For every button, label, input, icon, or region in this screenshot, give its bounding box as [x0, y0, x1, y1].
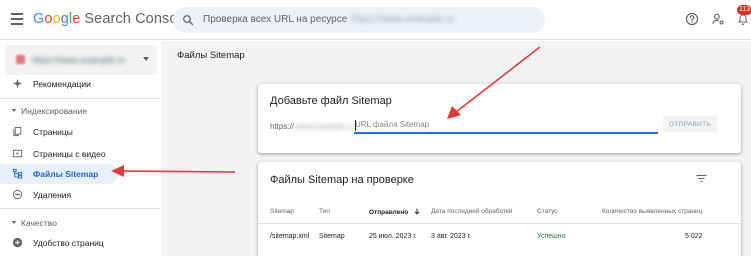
sitemap-url-input[interactable] [354, 117, 658, 134]
logo-letter: o [44, 11, 53, 27]
property-favicon [16, 55, 25, 64]
url-inspection-search[interactable]: Проверка всех URL на ресурсе https://www.… [173, 7, 545, 33]
text-cursor [355, 120, 356, 131]
sidebar-item-pages[interactable]: Страницы [0, 122, 160, 142]
divider [0, 98, 160, 99]
sidebar-item-removals[interactable]: Удаления [0, 185, 160, 205]
add-sitemap-title: Добавьте файл Sitemap [270, 95, 392, 107]
collapse-caret-icon [12, 221, 16, 224]
column-header-discovered[interactable]: Количество выявленных страниц [602, 208, 702, 215]
section-toggle-indexing[interactable]: Индексирование [0, 103, 160, 119]
submitted-sitemaps-title: Файлы Sitemap на проверке [270, 174, 414, 186]
search-placeholder-text: Проверка всех URL на ресурсе [203, 14, 348, 25]
collapse-caret-icon [12, 109, 16, 112]
sidebar-item-recommendations[interactable]: Рекомендации [0, 74, 160, 94]
divider [0, 208, 160, 209]
chevron-down-icon [143, 57, 149, 61]
column-header-label: Отправлено [369, 209, 409, 216]
sidebar-item-label: Страницы [33, 127, 73, 137]
users-settings-icon[interactable] [711, 12, 725, 26]
logo-letter: G [33, 11, 45, 27]
submitted-sitemaps-card: Файлы Sitemap на проверке Sitemap Тип От… [258, 162, 741, 256]
logo-letter: g [60, 11, 69, 27]
sidebar-item-label: Удаления [33, 190, 72, 200]
add-sitemap-card: Добавьте файл Sitemap https://www.exampl… [258, 84, 741, 153]
section-toggle-quality[interactable]: Качество [0, 215, 160, 231]
column-header-last-read[interactable]: Дата последней обработки [431, 208, 513, 215]
sidebar-item-video-pages[interactable]: Страницы с видео [0, 144, 160, 164]
column-header-status[interactable]: Статус [537, 208, 558, 215]
search-placeholder: Проверка всех URL на ресурсе https://www.… [203, 14, 455, 25]
property-domain-blurred: www.example.ru [295, 122, 354, 131]
top-app-bar: Google Search Console Проверка всех URL н… [0, 0, 751, 40]
page-title: Файлы Sitemap [177, 50, 245, 61]
cell-sitemap[interactable]: /sitemap.xml [270, 231, 309, 243]
sidebar-item-label: Страницы с видео [33, 149, 106, 159]
section-label: Качество [21, 218, 57, 228]
page-experience-icon [12, 237, 23, 248]
cell-status: Успешно [537, 233, 566, 240]
sitemap-url-prefix: https://www.example.ru/ [270, 122, 357, 131]
cell-last-read: 3 авг. 2023 г. [431, 233, 472, 240]
removals-icon [12, 189, 23, 200]
property-url: https://www.example.ru [32, 55, 126, 65]
column-header-type[interactable]: Тип [319, 208, 330, 215]
url-scheme: https:// [270, 122, 295, 131]
section-label: Индексирование [21, 106, 88, 116]
notification-badge: 113 [737, 5, 751, 15]
logo-letter: o [52, 11, 61, 27]
sidebar-item-page-experience[interactable]: Удобство страниц [0, 233, 160, 253]
property-selector[interactable]: https://www.example.ru [5, 45, 157, 75]
hamburger-menu-icon[interactable] [11, 13, 23, 25]
cell-type: Sitemap [319, 233, 345, 240]
sidebar-item-sitemaps[interactable]: Файлы Sitemap [0, 164, 118, 184]
sidebar-nav: https://www.example.ru Рекомендации Инде… [0, 41, 160, 256]
table-header-divider [258, 223, 741, 224]
sitemap-icon [12, 168, 23, 179]
search-icon [183, 15, 194, 26]
sparkle-icon [12, 78, 23, 89]
column-header-sitemap[interactable]: Sitemap [270, 208, 294, 215]
search-property-blurred: https://www.example.ru [351, 14, 455, 25]
sidebar-item-label: Удобство страниц [33, 238, 104, 248]
sort-arrow-down-icon [414, 208, 420, 215]
column-header-submitted[interactable]: Отправлено [369, 208, 420, 216]
cell-submitted: 25 июл. 2023 г. [369, 233, 417, 240]
sidebar-item-label: Файлы Sitemap [33, 169, 99, 179]
sidebar-item-label: Рекомендации [33, 79, 91, 89]
pages-icon [13, 126, 22, 137]
main-content: Файлы Sitemap Добавьте файл Sitemap http… [161, 41, 751, 256]
filter-icon[interactable] [696, 174, 707, 183]
cell-discovered: 5 022 [685, 233, 703, 240]
logo-letter: e [72, 11, 81, 27]
video-pages-icon [12, 149, 23, 158]
app-logo[interactable]: Google Search Console [33, 11, 189, 27]
submit-sitemap-button[interactable]: ОТПРАВИТЬ [663, 116, 717, 132]
help-icon[interactable] [685, 12, 699, 26]
